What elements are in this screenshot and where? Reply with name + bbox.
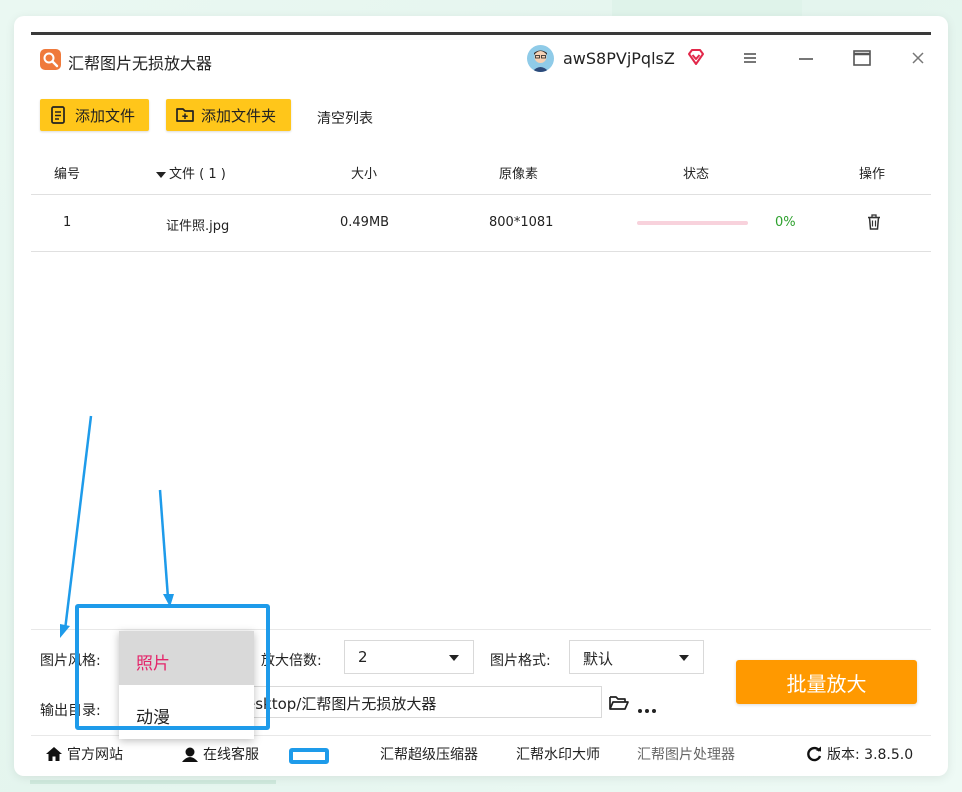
chevron-down-icon bbox=[449, 655, 459, 661]
background-line bbox=[30, 780, 276, 784]
progress-percent: 0% bbox=[775, 215, 796, 230]
app-title: 汇帮图片无损放大器 bbox=[68, 54, 213, 73]
scale-value: 2 bbox=[358, 648, 368, 666]
processor-link[interactable]: 汇帮图片处理器 bbox=[637, 744, 735, 764]
minimize-icon[interactable] bbox=[795, 47, 817, 69]
sort-down-icon bbox=[156, 171, 166, 178]
user-avatar[interactable] bbox=[527, 45, 554, 72]
header-action: 操作 bbox=[859, 167, 886, 182]
menu-icon[interactable] bbox=[739, 47, 761, 69]
scale-select[interactable]: 2 bbox=[344, 640, 474, 674]
add-folder-icon bbox=[176, 108, 194, 122]
annotation-highlight-box bbox=[75, 604, 270, 730]
delete-icon[interactable] bbox=[865, 213, 883, 235]
batch-enlarge-button[interactable]: 批量放大 bbox=[736, 660, 917, 704]
add-folder-label: 添加文件夹 bbox=[201, 106, 277, 125]
version-info[interactable]: 版本: 3.8.5.0 bbox=[805, 744, 913, 764]
compressor-link[interactable]: 汇帮超级压缩器 bbox=[380, 744, 478, 764]
support-icon bbox=[182, 747, 198, 762]
title-bar: 汇帮图片无损放大器 awS8PVjPqlsZ bbox=[31, 35, 931, 81]
row-pixels: 800*1081 bbox=[489, 215, 554, 230]
row-size: 0.49MB bbox=[340, 215, 390, 230]
table-header: 编号 文件 ( 1 ) 大小 原像素 状态 操作 bbox=[31, 147, 931, 195]
app-logo-icon bbox=[40, 49, 61, 70]
version-label: 版本: 3.8.5.0 bbox=[827, 747, 914, 763]
header-file-label: 文件 ( 1 ) bbox=[169, 167, 226, 182]
close-icon[interactable] bbox=[907, 47, 929, 69]
vip-diamond-icon[interactable] bbox=[686, 47, 706, 71]
header-id: 编号 bbox=[54, 167, 81, 182]
watermark-link[interactable]: 汇帮水印大师 bbox=[516, 744, 600, 764]
format-value: 默认 bbox=[583, 650, 614, 668]
add-file-icon bbox=[51, 106, 65, 124]
support-label: 在线客服 bbox=[203, 747, 259, 763]
app-window: 汇帮图片无损放大器 awS8PVjPqlsZ 添加文件 添加文件夹 清空列表 编… bbox=[31, 32, 931, 765]
row-id: 1 bbox=[63, 215, 72, 230]
row-filename: 证件照.jpg bbox=[166, 219, 230, 234]
table-row[interactable]: 1 证件照.jpg 0.49MB 800*1081 0% bbox=[31, 195, 931, 252]
website-label: 官方网站 bbox=[67, 747, 123, 763]
annotation-highlight-small bbox=[289, 748, 329, 764]
refresh-icon bbox=[807, 746, 822, 762]
add-file-label: 添加文件 bbox=[75, 106, 136, 125]
maximize-icon[interactable] bbox=[851, 47, 873, 69]
output-path-value: esktop/汇帮图片无损放大器 bbox=[246, 695, 437, 713]
clear-list-button[interactable]: 清空列表 bbox=[317, 108, 373, 128]
header-status: 状态 bbox=[683, 167, 710, 182]
add-file-button[interactable]: 添加文件 bbox=[40, 99, 149, 131]
add-folder-button[interactable]: 添加文件夹 bbox=[166, 99, 291, 131]
format-label: 图片格式: bbox=[490, 653, 551, 669]
progress-bar bbox=[637, 221, 748, 225]
format-select[interactable]: 默认 bbox=[569, 640, 704, 674]
header-file[interactable]: 文件 ( 1 ) bbox=[156, 163, 226, 182]
support-link[interactable]: 在线客服 bbox=[181, 744, 259, 764]
username[interactable]: awS8PVjPqlsZ bbox=[563, 49, 675, 68]
website-link[interactable]: 官方网站 bbox=[45, 744, 123, 764]
header-pixels: 原像素 bbox=[499, 167, 539, 182]
more-icon[interactable] bbox=[637, 702, 657, 718]
scale-label: 放大倍数: bbox=[261, 653, 322, 669]
chevron-down-icon bbox=[679, 655, 689, 661]
home-icon bbox=[46, 747, 62, 761]
header-size: 大小 bbox=[351, 167, 378, 182]
folder-open-icon[interactable] bbox=[608, 693, 630, 717]
footer-bar: 官方网站 在线客服 汇帮超级压缩器 汇帮水印大师 汇帮图片处理器 版本: 3.8… bbox=[31, 735, 931, 765]
